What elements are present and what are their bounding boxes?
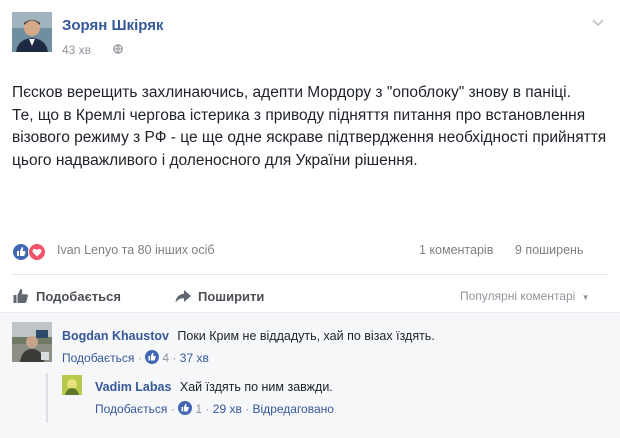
reactions-summary[interactable]: Ivan Lenyo та 80 інших осіб xyxy=(57,243,215,257)
comment-text: Хай їздять по ним завжди. xyxy=(179,380,333,394)
comment-like-count[interactable]: 4 xyxy=(162,351,169,365)
like-count-icon[interactable] xyxy=(178,401,193,415)
edited-label[interactable]: Відредаговано xyxy=(253,402,334,416)
globe-icon[interactable] xyxy=(113,44,123,54)
divider xyxy=(12,274,608,275)
comment-timestamp[interactable]: 37 хв xyxy=(180,351,209,365)
reply-thread-line xyxy=(46,373,48,423)
share-button-label: Поширити xyxy=(198,289,265,304)
comment-author[interactable]: Vadim Labas xyxy=(95,380,171,394)
comment-like-count[interactable]: 1 xyxy=(195,402,202,416)
facebook-post: Зорян Шкіряк 43 хв Пєсков верещить захли… xyxy=(0,0,620,438)
comment-count[interactable]: 1 коментарів xyxy=(419,243,493,257)
post-paragraph: Те, що в Кремлі чергова істерика з приво… xyxy=(12,106,607,169)
comment-meta: Подобається · 4 · 37 хв xyxy=(62,350,209,365)
like-count-icon[interactable] xyxy=(145,350,160,364)
comment-sort-dropdown[interactable]: Популярні коментарі ▼ xyxy=(460,289,590,303)
share-count[interactable]: 9 поширень xyxy=(515,243,583,257)
like-button-label: Подобається xyxy=(36,289,121,304)
commenter-avatar[interactable] xyxy=(62,375,82,395)
thumbs-up-icon xyxy=(13,288,28,303)
comment-text: Поки Крим не віддадуть, хай по візах їзд… xyxy=(177,329,435,343)
post-paragraph: Пєсков верещить захлинаючись, адепти Мор… xyxy=(12,84,571,101)
share-arrow-icon xyxy=(175,290,191,303)
comment-timestamp[interactable]: 29 хв xyxy=(213,402,242,416)
caret-down-icon: ▼ xyxy=(581,293,590,302)
comment-author[interactable]: Bogdan Khaustov xyxy=(62,329,169,343)
author-avatar[interactable] xyxy=(12,12,52,52)
comment-like-link[interactable]: Подобається xyxy=(95,402,167,416)
commenter-avatar[interactable] xyxy=(12,322,52,362)
comment-like-link[interactable]: Подобається xyxy=(62,351,134,365)
comment-sort-label: Популярні коментарі xyxy=(460,289,576,303)
comment: Bogdan Khaustov Поки Крим не віддадуть, … xyxy=(62,327,435,345)
post-text: Пєсков верещить захлинаючись, адепти Мор… xyxy=(12,82,608,172)
reply-comment: Vadim Labas Хай їздять по ним завжди. xyxy=(95,378,333,396)
comment-meta: Подобається · 1 · 29 хв · Відредаговано xyxy=(95,401,334,416)
love-reaction-icon xyxy=(28,243,46,261)
post-timestamp[interactable]: 43 хв xyxy=(62,43,91,57)
chevron-down-icon[interactable] xyxy=(591,18,605,28)
author-name[interactable]: Зорян Шкіряк xyxy=(62,17,163,34)
